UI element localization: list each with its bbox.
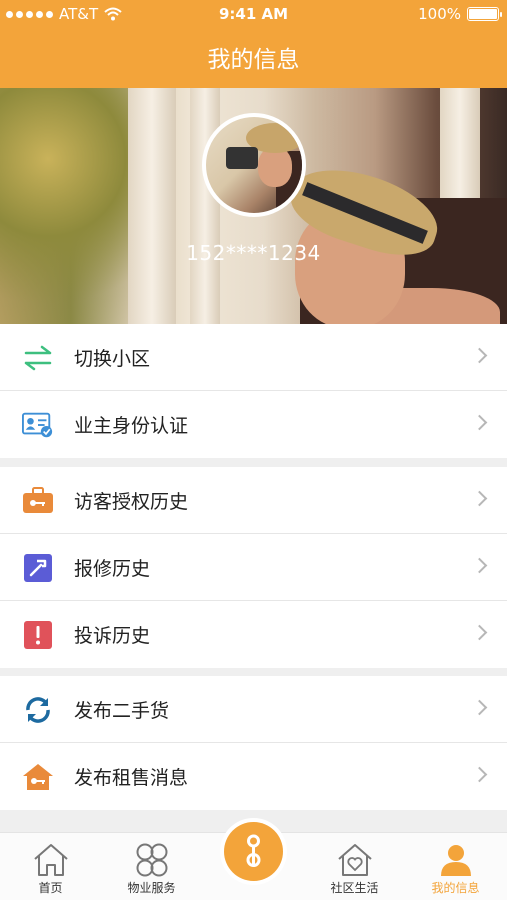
center-key-button[interactable]	[220, 818, 287, 885]
status-bar: AT&T 9:41 AM 100%	[0, 0, 507, 28]
menu-group-community: 切换小区 业主身份认证	[0, 324, 507, 458]
menu-item-label: 报修历史	[74, 557, 151, 580]
menu-item-publish-rental[interactable]: 发布租售消息	[0, 743, 507, 810]
clover-grid-icon	[136, 843, 168, 877]
briefcase-key-icon	[22, 485, 54, 517]
battery-icon	[467, 7, 502, 21]
menu-item-label: 发布二手货	[74, 699, 170, 722]
page-title: 我的信息	[207, 47, 300, 73]
menu-item-repair-history[interactable]: 报修历史	[0, 534, 507, 601]
tab-label: 首页	[38, 881, 63, 895]
chevron-right-icon	[471, 766, 488, 783]
chevron-right-icon	[471, 624, 488, 641]
tab-label: 社区生活	[330, 881, 379, 895]
chevron-right-icon	[471, 699, 488, 716]
phone-number: 152****1234	[186, 241, 321, 265]
chevron-right-icon	[471, 490, 488, 507]
tab-label: 我的信息	[431, 881, 480, 895]
menu-group-publish: 发布二手货 发布租售消息	[0, 676, 507, 810]
switch-arrows-icon	[22, 342, 54, 374]
tab-property-services[interactable]: 物业服务	[101, 833, 202, 900]
menu-item-label: 访客授权历史	[74, 490, 189, 513]
refresh-circle-icon	[22, 694, 54, 726]
menu-item-publish-secondhand[interactable]: 发布二手货	[0, 676, 507, 743]
key-icon	[246, 834, 261, 867]
banner-pillar	[128, 88, 176, 324]
tab-community-life[interactable]: 社区生活	[304, 833, 405, 900]
id-card-verified-icon	[22, 409, 54, 441]
menu-item-switch-community[interactable]: 切换小区	[0, 324, 507, 391]
menu-item-label: 投诉历史	[74, 625, 151, 647]
chevron-right-icon	[471, 414, 488, 431]
menu-group-history: 访客授权历史 报修历史 投诉历史	[0, 467, 507, 668]
banner-pillar	[190, 88, 220, 324]
chevron-right-icon	[471, 557, 488, 574]
menu-item-complaint-history[interactable]: 投诉历史	[0, 601, 507, 668]
avatar[interactable]	[202, 113, 306, 217]
person-icon	[441, 845, 471, 876]
battery-percent: 100%	[418, 5, 461, 23]
menu-item-owner-verification[interactable]: 业主身份认证	[0, 391, 507, 458]
menu-item-label: 切换小区	[74, 347, 151, 370]
exclamation-icon	[22, 619, 54, 651]
house-key-icon	[22, 761, 54, 793]
tab-label: 物业服务	[127, 881, 176, 895]
camera-icon	[226, 147, 258, 169]
home-icon	[34, 844, 68, 876]
menu-item-label: 发布租售消息	[74, 767, 189, 789]
header: AT&T 9:41 AM 100% 我的信息	[0, 0, 507, 88]
house-heart-icon	[338, 844, 372, 876]
chevron-right-icon	[471, 347, 488, 364]
menu-item-label: 业主身份认证	[74, 415, 189, 437]
menu-item-visitor-history[interactable]: 访客授权历史	[0, 467, 507, 534]
hammer-icon	[22, 552, 54, 584]
battery-status: 100%	[418, 5, 502, 23]
tab-home[interactable]: 首页	[0, 833, 101, 900]
tab-my-info[interactable]: 我的信息	[405, 833, 506, 900]
